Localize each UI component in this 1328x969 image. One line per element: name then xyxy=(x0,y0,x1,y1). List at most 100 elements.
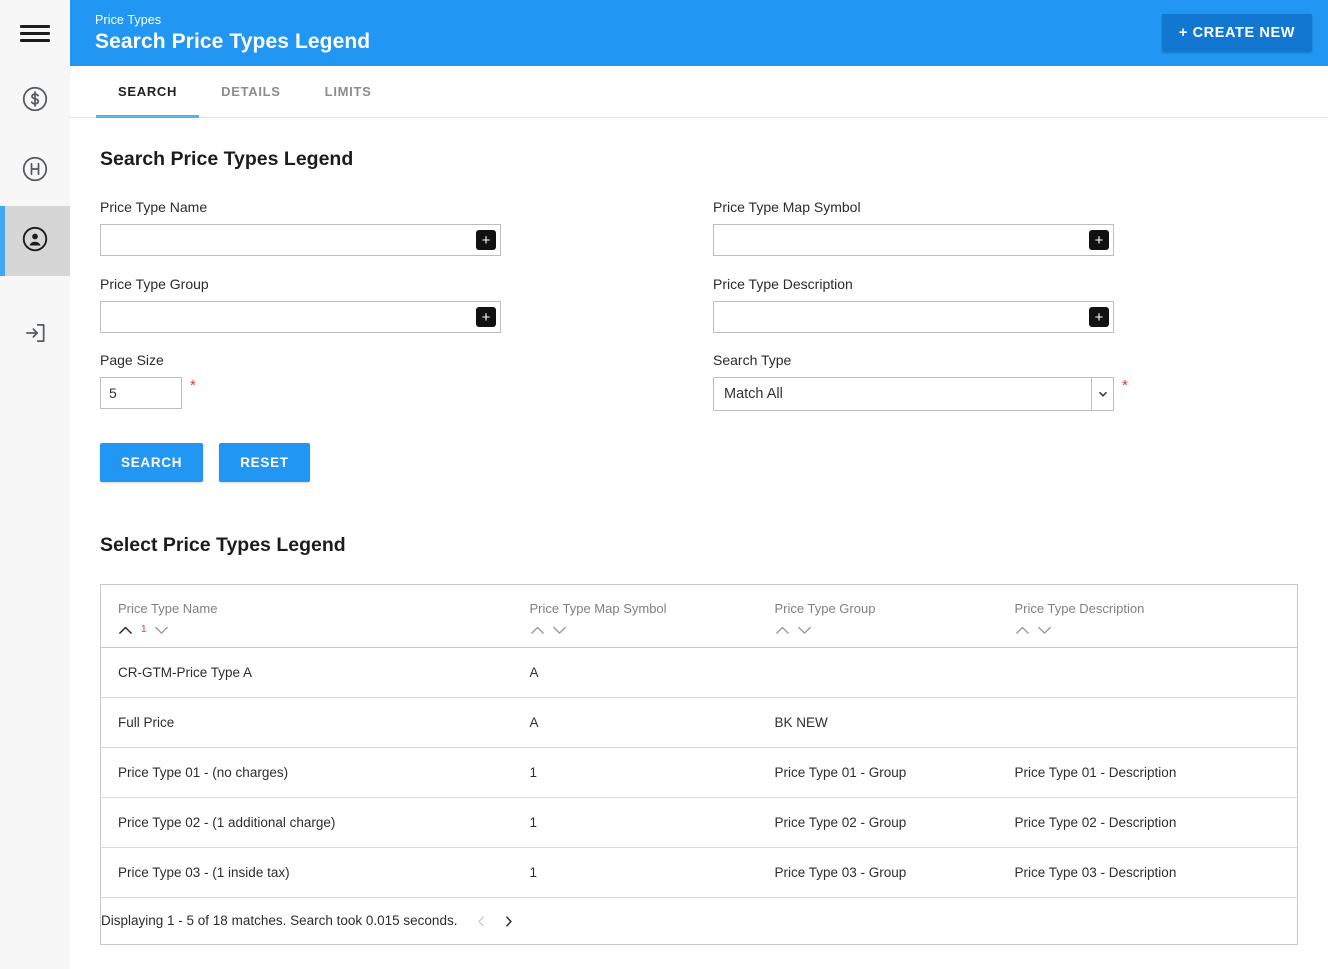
cell-price-type-map-symbol: A xyxy=(512,647,758,698)
results-heading: Select Price Types Legend xyxy=(100,534,346,556)
form-actions: SEARCH RESET xyxy=(100,443,1298,482)
input-wrap-page-size xyxy=(100,377,182,409)
sidebar-item-pricing[interactable] xyxy=(0,66,70,136)
hamburger-icon xyxy=(20,24,50,42)
cell-price-type-description: Price Type 02 - Description xyxy=(997,797,1298,848)
column-header-price-type-group: Price Type Group xyxy=(757,584,998,648)
tab-search[interactable]: SEARCH xyxy=(96,66,200,118)
table-row[interactable]: Price Type 02 - (1 additional charge) 1 … xyxy=(100,797,1298,848)
app-root: Price Types Search Price Types Legend + … xyxy=(0,0,1328,969)
sort-asc-icon[interactable] xyxy=(118,625,133,635)
sidebar-item-logout[interactable] xyxy=(0,300,70,370)
price-type-description-input[interactable] xyxy=(713,301,1114,333)
cell-price-type-group: Price Type 03 - Group xyxy=(757,847,998,898)
breadcrumb[interactable]: Price Types xyxy=(95,14,370,27)
sort-controls xyxy=(1015,625,1298,635)
cell-price-type-map-symbol: A xyxy=(512,697,758,748)
sort-desc-icon[interactable] xyxy=(552,625,567,635)
cell-price-type-name: Price Type 01 - (no charges) xyxy=(100,747,513,798)
label-search-type: Search Type xyxy=(713,352,792,368)
results-status-text: Displaying 1 - 5 of 18 matches. Search t… xyxy=(101,913,458,928)
pagination-bar: Displaying 1 - 5 of 18 matches. Search t… xyxy=(100,897,1298,945)
input-wrap-price-type-map-symbol: + xyxy=(713,224,1114,256)
page-size-input[interactable] xyxy=(100,377,182,409)
create-new-button[interactable]: + CREATE NEW xyxy=(1161,14,1312,52)
add-price-type-group-button[interactable]: + xyxy=(476,307,496,327)
field-price-type-group: Price Type Group + xyxy=(100,276,713,333)
column-label: Price Type Description xyxy=(1014,601,1145,616)
previous-page-icon[interactable] xyxy=(475,914,488,929)
table-row[interactable]: Price Type 03 - (1 inside tax) 1 Price T… xyxy=(100,847,1298,898)
column-label: Price Type Map Symbol xyxy=(529,601,667,616)
add-price-type-description-button[interactable]: + xyxy=(1089,307,1109,327)
next-page-icon[interactable] xyxy=(502,914,515,929)
sort-controls xyxy=(530,625,758,635)
search-type-row: Match All * xyxy=(713,377,1326,411)
field-price-type-map-symbol: Price Type Map Symbol + xyxy=(713,199,1326,256)
input-wrap-price-type-name: + xyxy=(100,224,501,256)
page-size-row: * xyxy=(100,377,713,409)
field-page-size: Page Size * xyxy=(100,352,713,411)
label-price-type-map-symbol: Price Type Map Symbol xyxy=(713,199,861,215)
cell-price-type-group: BK NEW xyxy=(757,697,998,748)
reset-button[interactable]: RESET xyxy=(219,443,310,482)
sidebar-item-account[interactable] xyxy=(0,206,70,276)
sort-asc-icon[interactable] xyxy=(1015,625,1030,635)
sidebar-item-menu-toggle[interactable] xyxy=(0,0,70,66)
cell-price-type-map-symbol: 1 xyxy=(512,797,758,848)
input-wrap-price-type-description: + xyxy=(713,301,1114,333)
add-price-type-map-symbol-button[interactable]: + xyxy=(1089,230,1109,250)
logout-icon xyxy=(22,320,48,351)
tab-details[interactable]: DETAILS xyxy=(199,66,303,117)
app-bar: Price Types Search Price Types Legend + … xyxy=(70,0,1328,66)
sort-rank-badge: 1 xyxy=(141,624,147,635)
price-type-map-symbol-input[interactable] xyxy=(713,224,1114,256)
cell-price-type-description xyxy=(997,647,1298,698)
pagination-controls xyxy=(475,914,515,929)
field-price-type-name: Price Type Name + xyxy=(100,199,713,256)
input-wrap-price-type-group: + xyxy=(100,301,501,333)
add-price-type-name-button[interactable]: + xyxy=(476,230,496,250)
sort-desc-icon[interactable] xyxy=(797,625,812,635)
column-label: Price Type Name xyxy=(118,601,218,616)
sort-asc-icon[interactable] xyxy=(775,625,790,635)
column-header-price-type-name: Price Type Name 1 xyxy=(100,584,513,648)
sidebar-item-hotels[interactable] xyxy=(0,136,70,206)
price-type-group-input[interactable] xyxy=(100,301,501,333)
label-price-type-group: Price Type Group xyxy=(100,276,209,292)
tab-bar: SEARCH DETAILS LIMITS xyxy=(70,66,1328,118)
dollar-circle-icon xyxy=(20,84,50,119)
price-type-name-input[interactable] xyxy=(100,224,501,256)
table-row[interactable]: Price Type 01 - (no charges) 1 Price Typ… xyxy=(100,747,1298,798)
sidebar xyxy=(0,0,70,969)
column-label: Price Type Group xyxy=(774,601,876,616)
results-table-head: Price Type Name 1 Price Type Map Symbol … xyxy=(100,584,1298,648)
sort-asc-icon[interactable] xyxy=(530,625,545,635)
table-header-row: Price Type Name 1 Price Type Map Symbol … xyxy=(100,584,1298,648)
cell-price-type-name: CR-GTM-Price Type A xyxy=(100,647,513,698)
tab-limits[interactable]: LIMITS xyxy=(303,66,394,117)
cell-price-type-group: Price Type 02 - Group xyxy=(757,797,998,848)
search-form-heading: Search Price Types Legend xyxy=(100,148,354,170)
cell-price-type-name: Full Price xyxy=(100,697,513,748)
table-row[interactable]: Full Price A BK NEW xyxy=(100,697,1298,748)
cell-price-type-group: Price Type 01 - Group xyxy=(757,747,998,798)
sort-desc-icon[interactable] xyxy=(154,625,169,635)
search-button[interactable]: SEARCH xyxy=(100,443,204,482)
label-page-size: Page Size xyxy=(100,352,164,368)
content-area: Search Price Types Legend Price Type Nam… xyxy=(70,118,1328,969)
select-wrap-search-type: Match All xyxy=(713,377,1114,411)
app-bar-titles: Price Types Search Price Types Legend xyxy=(95,14,370,53)
table-row[interactable]: CR-GTM-Price Type A A xyxy=(100,647,1298,698)
field-price-type-description: Price Type Description + xyxy=(713,276,1326,333)
results-table-foot: Displaying 1 - 5 of 18 matches. Search t… xyxy=(100,897,1298,945)
cell-price-type-description: Price Type 01 - Description xyxy=(997,747,1298,798)
cell-price-type-name: Price Type 02 - (1 additional charge) xyxy=(100,797,513,848)
search-type-select[interactable]: Match All xyxy=(713,377,1114,411)
h-circle-icon xyxy=(20,154,50,189)
main-region: Price Types Search Price Types Legend + … xyxy=(70,0,1328,969)
results-table-body: CR-GTM-Price Type A A Full Price A BK NE… xyxy=(100,647,1298,898)
sort-desc-icon[interactable] xyxy=(1037,625,1052,635)
table-footer-row: Displaying 1 - 5 of 18 matches. Search t… xyxy=(100,897,1298,945)
results-table: Price Type Name 1 Price Type Map Symbol … xyxy=(100,584,1298,945)
